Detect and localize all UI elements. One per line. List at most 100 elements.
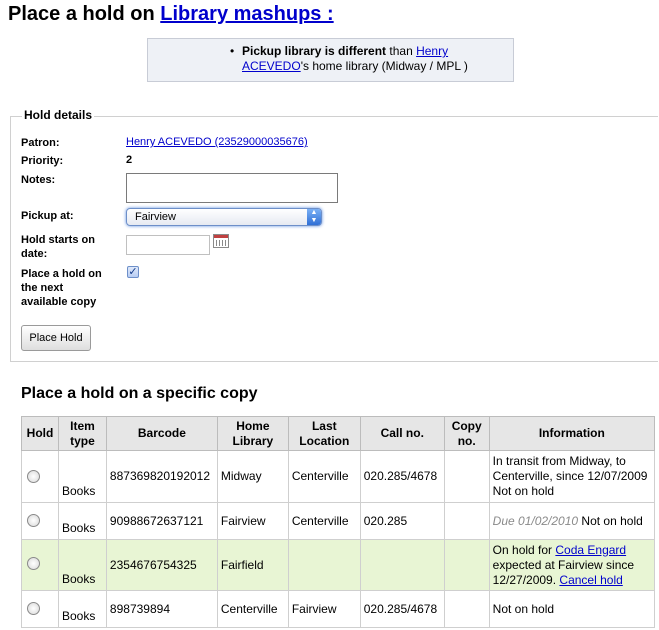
pickup-label: Pickup at:: [21, 210, 74, 222]
barcode-cell: 90988672637121: [105, 502, 218, 540]
next-available-label-line3: available copy: [21, 296, 97, 308]
col-item-type: Item type: [57, 416, 107, 451]
calendar-icon[interactable]: [213, 234, 229, 248]
hold-radio-cell: [21, 502, 59, 540]
hold-patron-link[interactable]: Coda Engard: [555, 543, 626, 557]
biblio-title-link[interactable]: Library mashups :: [160, 3, 333, 25]
page-title-prefix: Place a hold on: [8, 3, 161, 25]
info-status: Not on hold: [578, 513, 643, 528]
col-last-line2: Location: [299, 433, 350, 448]
next-available-label-line1: Place a hold on: [21, 268, 102, 280]
hold-radio[interactable]: [27, 470, 40, 484]
information-cell: On hold for Coda Engard expected at Fair…: [488, 539, 656, 591]
barcode-cell: 2354676754325: [105, 539, 218, 591]
pickup-selected-value: Fairview: [135, 211, 176, 223]
last-location-cell: [287, 539, 361, 591]
col-copy-no: Copy no.: [443, 416, 490, 451]
priority-value: 2: [126, 154, 133, 166]
last-location-cell: Centerville: [287, 450, 361, 503]
patron-label: Patron:: [21, 137, 60, 149]
information-cell: Due 01/02/2010 Not on hold: [488, 502, 656, 540]
col-copy-line1: Copy: [451, 418, 482, 433]
last-location-cell: Centerville: [287, 502, 361, 540]
copy-no-cell: [443, 590, 490, 628]
col-home-line1: Home: [236, 418, 270, 433]
call-no-cell: [359, 539, 445, 591]
copy-no-cell: [443, 450, 490, 503]
specific-copy-heading: Place a hold on a specific copy: [21, 385, 258, 402]
hold-radio-cell: [21, 450, 59, 503]
home-library-cell: Fairfield: [216, 539, 289, 591]
info-line2: Centerville, since 12/07/2009: [492, 469, 648, 483]
col-last-location: Last Location: [287, 416, 361, 451]
copies-table: Hold Item type Barcode Home Library Last Lo…: [21, 416, 656, 628]
col-barcode: Barcode: [105, 416, 218, 451]
table-row: Books 90988672637121 Fairview Centervill…: [21, 502, 656, 540]
pickup-library-message: • Pickup library is different than Henry…: [147, 38, 514, 82]
pickup-select[interactable]: Fairview ▲ ▼: [126, 208, 322, 226]
col-item-type-line2: type: [70, 433, 95, 448]
col-home-line2: Library: [232, 433, 274, 448]
col-hold: Hold: [21, 416, 59, 451]
item-type-cell: Books: [57, 539, 107, 591]
hold-details-legend: Hold details: [22, 108, 95, 122]
hold-start-date-input[interactable]: [126, 235, 210, 255]
col-call-no: Call no.: [359, 416, 445, 451]
table-row: Books 887369820192012 Midway Centerville…: [21, 450, 656, 503]
home-library-cell: Fairview: [216, 502, 289, 540]
page-title: Place a hold on Library mashups :: [8, 0, 334, 28]
hold-radio[interactable]: [27, 602, 40, 616]
barcode-cell: 887369820192012: [105, 450, 218, 503]
info-line3: 12/27/2009.: [492, 572, 560, 587]
info-line1: On hold for: [492, 542, 556, 557]
notes-textarea[interactable]: [126, 173, 338, 203]
item-type-cell: Books: [57, 502, 107, 540]
hold-details-fieldset: [10, 116, 658, 362]
copy-no-cell: [443, 502, 490, 540]
call-no-cell: 020.285/4678: [359, 590, 445, 628]
table-row: Books 898739894 Centerville Fairview 020…: [21, 590, 656, 628]
table-row: Books 2354676754325 Fairfield On hold fo…: [21, 539, 656, 591]
col-copy-line2: no.: [457, 433, 476, 448]
place-hold-button[interactable]: Place Hold: [21, 325, 91, 351]
call-no-cell: 020.285: [359, 502, 445, 540]
hold-starts-label-line2: date:: [21, 248, 48, 260]
message-bold: Pickup library is different: [242, 44, 387, 58]
info-line2: expected at Fairview since: [492, 557, 635, 572]
next-available-label-line2: the next: [21, 282, 64, 294]
message-suffix: 's home library (Midway / MPL ): [300, 59, 468, 73]
information-cell: In transit from Midway, to Centerville, …: [488, 450, 656, 503]
select-arrows-icon: ▲ ▼: [307, 209, 321, 225]
priority-label: Priority:: [21, 155, 64, 167]
patron-link[interactable]: Henry ACEVEDO (23529000035676): [126, 136, 308, 148]
item-type-cell: Books: [57, 590, 107, 628]
table-header-row: Hold Item type Barcode Home Library Last Lo…: [21, 416, 656, 451]
col-last-line1: Last: [311, 418, 337, 433]
hold-radio[interactable]: [27, 514, 40, 528]
hold-radio-cell: [21, 539, 59, 591]
information-cell: Not on hold: [488, 590, 656, 628]
message-bullet: •: [230, 44, 235, 58]
col-information: Information: [488, 416, 656, 451]
item-type-cell: Books: [57, 450, 107, 503]
next-available-label: Place a hold on the next available copy: [21, 267, 102, 309]
notes-label: Notes:: [21, 174, 56, 186]
hold-starts-label-line1: Hold starts on: [21, 234, 95, 246]
hold-radio-cell: [21, 590, 59, 628]
col-home-library: Home Library: [216, 416, 289, 451]
info-line1: In transit from Midway, to: [492, 454, 626, 468]
last-location-cell: Fairview: [287, 590, 361, 628]
home-library-cell: Centerville: [216, 590, 289, 628]
home-library-cell: Midway: [216, 450, 289, 503]
copy-no-cell: [443, 539, 490, 591]
cancel-hold-link[interactable]: Cancel hold: [559, 573, 622, 587]
next-available-checkbox[interactable]: ✓: [127, 266, 139, 278]
barcode-cell: 898739894: [105, 590, 218, 628]
message-text: Pickup library is different than Henry A…: [174, 44, 503, 74]
hold-starts-label: Hold starts on date:: [21, 233, 95, 261]
col-item-type-line1: Item: [70, 418, 95, 433]
call-no-cell: 020.285/4678: [359, 450, 445, 503]
hold-radio[interactable]: [27, 557, 40, 571]
info-line3: Not on hold: [492, 484, 555, 498]
due-date: Due 01/02/2010: [492, 513, 579, 528]
